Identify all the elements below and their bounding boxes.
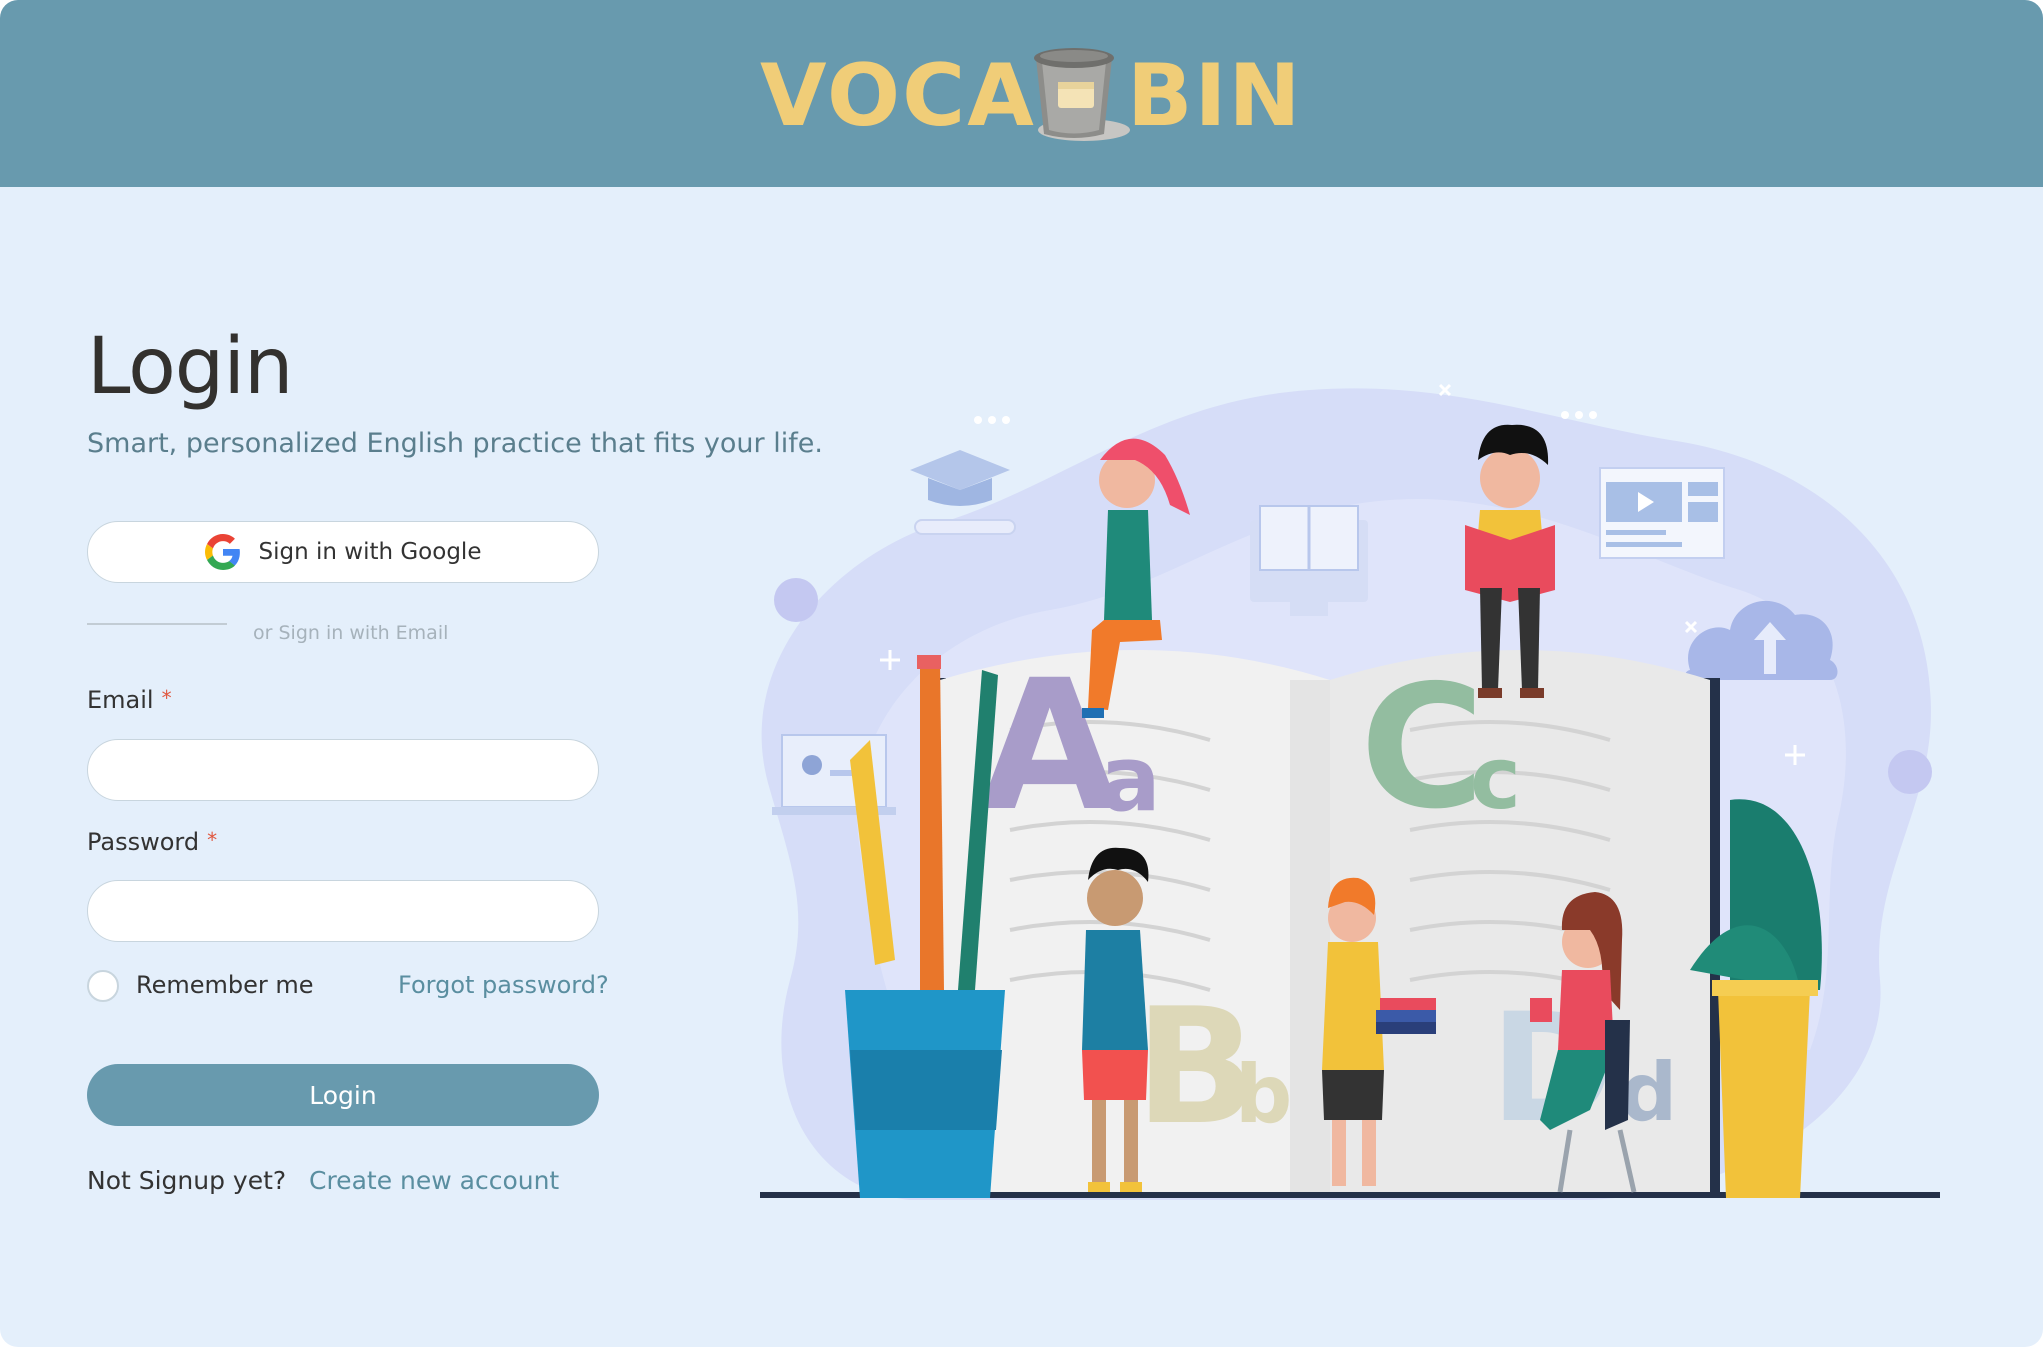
login-button[interactable]: Login xyxy=(87,1064,599,1126)
required-mark: * xyxy=(207,828,218,852)
graduation-cap-icon xyxy=(910,450,1016,535)
google-signin-button[interactable]: Sign in with Google xyxy=(87,521,599,583)
vocabin-logo: VOCA BIN xyxy=(760,38,1301,148)
decor-circle xyxy=(1888,750,1932,794)
email-label: Email * xyxy=(87,686,172,714)
letter-b: b xyxy=(1235,1048,1292,1141)
password-input[interactable] xyxy=(87,880,599,942)
trash-bin-icon xyxy=(1034,48,1130,141)
email-input[interactable] xyxy=(87,739,599,801)
email-label-text: Email xyxy=(87,686,154,714)
divider-text: or Sign in with Email xyxy=(253,622,449,644)
letter-a: a xyxy=(1100,727,1161,832)
page-title: Login xyxy=(87,322,293,412)
monitor-book-icon xyxy=(1250,505,1368,616)
remember-me-label[interactable]: Remember me xyxy=(136,971,314,999)
remember-me-checkbox[interactable] xyxy=(87,970,119,1002)
create-account-link[interactable]: Create new account xyxy=(309,1166,559,1195)
header-bar: VOCA BIN xyxy=(0,0,2043,187)
password-label-text: Password xyxy=(87,828,200,856)
password-label: Password * xyxy=(87,828,217,856)
logo-text-bin: BIN xyxy=(1127,46,1303,146)
logo-text-voca: VOCA xyxy=(760,46,1036,146)
login-page: VOCA BIN Login Smart, personalized Engli… xyxy=(0,0,2043,1347)
divider-line xyxy=(87,623,227,625)
google-icon xyxy=(204,534,240,570)
signup-prompt: Not Signup yet? xyxy=(87,1166,287,1195)
forgot-password-link[interactable]: Forgot password? xyxy=(398,971,609,999)
laptop-teacher-icon xyxy=(772,734,896,815)
kids-reading-illustration: A a B b C c D d xyxy=(760,383,1940,1201)
letter-C: C xyxy=(1360,649,1485,847)
google-signin-label: Sign in with Google xyxy=(258,539,482,565)
letter-c: c xyxy=(1470,729,1521,829)
decor-circle xyxy=(774,578,818,622)
required-mark: * xyxy=(161,686,172,710)
video-player-icon xyxy=(1599,467,1725,559)
